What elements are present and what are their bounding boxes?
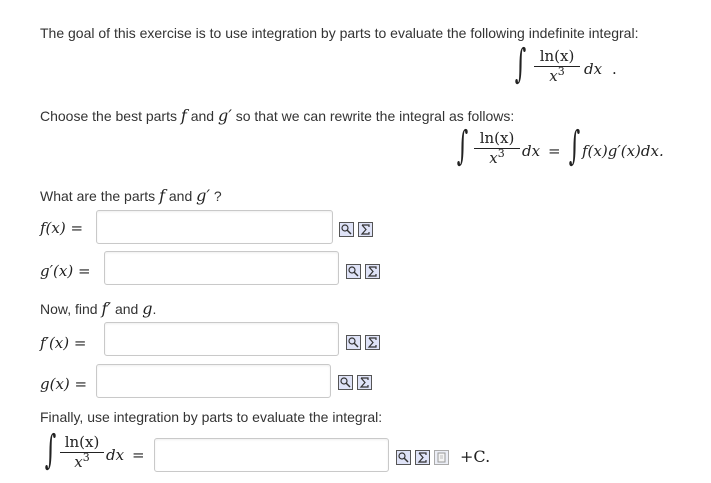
rewrite-denominator-exp: 3: [497, 147, 505, 160]
integral-sign: ∫: [514, 41, 527, 87]
preview-icon[interactable]: [346, 335, 361, 350]
integral-fraction: ln(x) x3: [534, 48, 580, 85]
final-dx: dx: [106, 446, 125, 464]
rewrite-denominator-base: x: [489, 149, 498, 167]
sigma-icon[interactable]: [365, 264, 380, 279]
rewrite-numerator: ln(x): [479, 129, 515, 147]
parts-question-prime: ′: [206, 186, 211, 205]
final-denominator-base: x: [74, 453, 83, 471]
f-prime-input[interactable]: [104, 322, 339, 356]
sigma-icon[interactable]: [357, 375, 372, 390]
find-text: Now, find f′ and g.: [40, 299, 156, 318]
fraction-denominator-exp: 3: [557, 65, 565, 78]
choose-g: g: [217, 106, 229, 125]
final-equals: =: [132, 446, 145, 464]
final-denominator-exp: 3: [82, 451, 90, 464]
g-prime-input[interactable]: [104, 251, 339, 285]
rewrite-equals: =: [548, 142, 561, 160]
intro-text: The goal of this exercise is to use inte…: [40, 25, 639, 41]
field-label-g-prime: g′(x) =: [40, 262, 91, 280]
parts-question-and: and: [168, 188, 193, 204]
rewrite-rhs-integral-sign: ∫: [568, 123, 581, 169]
find-prime: ′: [107, 299, 112, 318]
find-g: g: [142, 299, 153, 318]
field-label-f: f(x) =: [40, 219, 84, 237]
choose-prime: ′: [228, 106, 232, 125]
rewrite-fraction: ln(x) x3: [474, 130, 520, 167]
choose-f: f: [180, 106, 187, 125]
integral-period: .: [612, 60, 617, 78]
parts-question-suffix: ?: [213, 188, 222, 204]
parts-question-f: f: [159, 186, 165, 205]
field-label-f-prime: f′(x) =: [40, 334, 87, 352]
preview-icon[interactable]: [346, 264, 361, 279]
rewrite-integral-sign: ∫: [456, 123, 469, 169]
fraction-numerator: ln(x): [539, 47, 575, 65]
preview-icon[interactable]: [396, 450, 411, 465]
final-fraction: ln(x) x3: [60, 434, 104, 471]
f-input[interactable]: [96, 210, 333, 244]
choose-suffix: so that we can rewrite the integral as f…: [235, 108, 515, 124]
parts-question-g: g: [196, 186, 207, 205]
final-integral-sign: ∫: [44, 427, 57, 473]
choose-and: and: [190, 108, 215, 124]
constant-label: +C.: [460, 447, 491, 466]
parts-question: What are the parts f and g′ ?: [40, 186, 222, 205]
find-text-prefix: Now, find: [40, 301, 98, 317]
field-label-g: g(x) =: [40, 375, 88, 393]
finally-text: Finally, use integration by parts to eva…: [40, 409, 383, 425]
find-text-suffix: .: [152, 301, 157, 317]
choose-text: Choose the best parts f and g′ so that w…: [40, 106, 514, 125]
final-answer-input[interactable]: [154, 438, 389, 472]
integral-dx: dx: [584, 60, 603, 78]
rewrite-rhs: f(x)g′(x)dx.: [582, 142, 664, 160]
sigma-icon[interactable]: [358, 222, 373, 237]
g-input[interactable]: [96, 364, 331, 398]
fraction-denominator-base: x: [549, 67, 558, 85]
find-text-and: and: [114, 301, 139, 317]
sigma-icon[interactable]: [415, 450, 430, 465]
parts-question-prefix: What are the parts: [40, 188, 156, 204]
preview-icon[interactable]: [338, 375, 353, 390]
preview-icon[interactable]: [339, 222, 354, 237]
final-numerator: ln(x): [64, 433, 100, 451]
choose-text-start: Choose the best parts: [40, 108, 177, 124]
sigma-icon[interactable]: [365, 335, 380, 350]
rewrite-dx: dx: [522, 142, 541, 160]
help-icon[interactable]: [434, 450, 449, 465]
